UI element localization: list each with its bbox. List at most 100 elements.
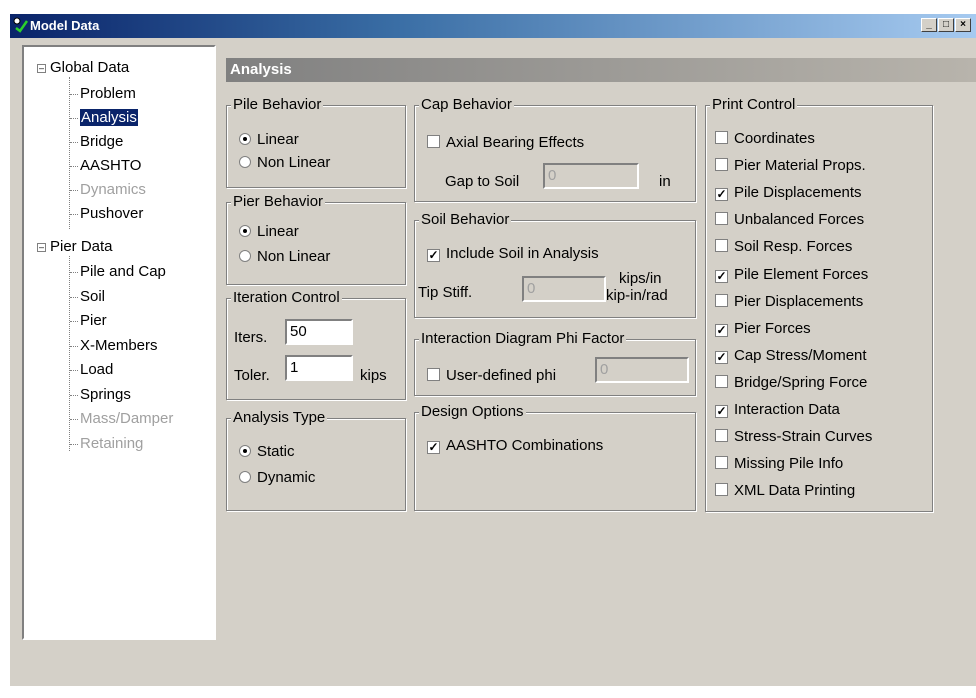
pile-behavior-title: Pile Behavior bbox=[231, 96, 324, 114]
tree-item-pushover[interactable]: Pushover bbox=[80, 205, 143, 223]
checkbox-icon bbox=[427, 135, 440, 148]
print-pier-forces-checkbox[interactable]: ✓ Pier Forces bbox=[715, 320, 811, 338]
radio-icon bbox=[239, 133, 251, 145]
print-pier-displacements-checkbox[interactable]: Pier Displacements bbox=[715, 293, 863, 311]
maximize-button[interactable]: □ bbox=[938, 18, 954, 32]
interaction-phi-group: Interaction Diagram Phi Factor User-defi… bbox=[414, 330, 696, 396]
pier-behavior-group: Pier Behavior Linear Non Linear bbox=[226, 193, 406, 285]
print-stress-strain-curves-checkbox[interactable]: Stress-Strain Curves bbox=[715, 428, 872, 446]
checkbox-icon bbox=[715, 239, 728, 253]
print-bridge-spring-force-checkbox[interactable]: Bridge/Spring Force bbox=[715, 374, 867, 392]
aashto-combinations-checkbox[interactable]: ✓ AASHTO Combinations bbox=[427, 437, 603, 455]
collapse-icon-pier[interactable]: – bbox=[37, 243, 46, 252]
user-defined-phi-checkbox[interactable]: User-defined phi bbox=[427, 367, 556, 385]
pier-nonlinear-radio[interactable]: Non Linear bbox=[239, 248, 330, 266]
axial-bearing-checkbox[interactable]: Axial Bearing Effects bbox=[427, 134, 584, 152]
tip-unit-1: kips/in bbox=[619, 270, 662, 287]
toler-input[interactable]: 1 bbox=[285, 355, 353, 381]
static-radio[interactable]: Static bbox=[239, 443, 295, 461]
toler-unit: kips bbox=[360, 367, 387, 384]
title-bar[interactable]: Model Data _ □ × bbox=[10, 14, 976, 38]
tree-item-x-members[interactable]: X-Members bbox=[80, 337, 158, 355]
print-control-title: Print Control bbox=[710, 96, 798, 114]
radio-icon bbox=[239, 225, 251, 237]
iteration-control-title: Iteration Control bbox=[231, 289, 342, 307]
maximize-icon: □ bbox=[942, 19, 950, 30]
iters-input[interactable]: 50 bbox=[285, 319, 353, 345]
app-icon bbox=[13, 17, 29, 33]
tree-item-pier[interactable]: Pier bbox=[80, 312, 107, 330]
checkbox-icon: ✓ bbox=[715, 268, 728, 283]
tree-item-aashto[interactable]: AASHTO bbox=[80, 157, 141, 175]
tree-connector bbox=[70, 370, 78, 371]
print-coordinates-checkbox[interactable]: Coordinates bbox=[715, 130, 815, 148]
print-missing-pile-info-checkbox[interactable]: Missing Pile Info bbox=[715, 455, 843, 473]
minimize-button[interactable]: _ bbox=[921, 18, 937, 32]
bottom-border bbox=[0, 686, 976, 698]
print-cap-stress-moment-checkbox[interactable]: ✓ Cap Stress/Moment bbox=[715, 347, 867, 365]
tree-global-data[interactable]: Global Data bbox=[50, 59, 129, 77]
gap-unit: in bbox=[659, 173, 671, 190]
collapse-icon-global[interactable]: – bbox=[37, 64, 46, 73]
checkbox-icon: ✓ bbox=[715, 187, 728, 202]
tree-item-load[interactable]: Load bbox=[80, 361, 113, 379]
tree-connector bbox=[70, 166, 78, 167]
tree-item-soil[interactable]: Soil bbox=[80, 288, 105, 306]
print-interaction-data-checkbox[interactable]: ✓ Interaction Data bbox=[715, 401, 840, 419]
tree-connector bbox=[70, 190, 78, 191]
tree-item-dynamics[interactable]: Dynamics bbox=[80, 181, 146, 199]
tree-item-analysis[interactable]: Analysis bbox=[80, 109, 138, 127]
tree-item-pile-and-cap[interactable]: Pile and Cap bbox=[80, 263, 166, 281]
section-header: Analysis bbox=[226, 58, 976, 82]
tree-connector bbox=[69, 256, 70, 451]
tree-connector bbox=[70, 94, 78, 95]
section-title: Analysis bbox=[230, 61, 292, 78]
tip-stiff-input[interactable]: 0 bbox=[522, 276, 606, 302]
navigation-tree[interactable]: – Global Data Problem Analysis Bridge AASHT… bbox=[22, 45, 216, 640]
phi-input[interactable]: 0 bbox=[595, 357, 689, 383]
tree-connector bbox=[70, 272, 78, 273]
tree-connector bbox=[70, 321, 78, 322]
window-title: Model Data bbox=[30, 18, 100, 33]
checkbox-icon bbox=[715, 293, 728, 307]
tree-item-bridge[interactable]: Bridge bbox=[80, 133, 123, 151]
tree-item-mass-damper[interactable]: Mass/Damper bbox=[80, 410, 173, 428]
print-pile-displacements-checkbox[interactable]: ✓ Pile Displacements bbox=[715, 184, 862, 202]
checkbox-icon bbox=[715, 429, 728, 443]
checkbox-icon bbox=[715, 483, 728, 497]
include-soil-checkbox[interactable]: ✓ Include Soil in Analysis bbox=[427, 245, 599, 263]
print-soil-resp-forces-checkbox[interactable]: Soil Resp. Forces bbox=[715, 238, 852, 256]
checkbox-icon: ✓ bbox=[715, 404, 728, 418]
tree-connector bbox=[70, 296, 78, 298]
dynamic-radio[interactable]: Dynamic bbox=[239, 469, 315, 487]
print-pile-element-forces-checkbox[interactable]: ✓ Pile Element Forces bbox=[715, 266, 868, 284]
design-options-group: Design Options ✓ AASHTO Combinations bbox=[414, 403, 696, 511]
gap-to-soil-label: Gap to Soil bbox=[445, 173, 520, 190]
pile-behavior-group: Pile Behavior Linear Non Linear bbox=[226, 96, 406, 188]
print-pier-material-props-checkbox[interactable]: Pier Material Props. bbox=[715, 157, 866, 175]
checkbox-icon bbox=[715, 212, 728, 226]
checkbox-icon: ✓ bbox=[715, 349, 728, 364]
minimize-icon: _ bbox=[926, 19, 932, 30]
tree-connector bbox=[70, 345, 78, 347]
pier-linear-radio[interactable]: Linear bbox=[239, 223, 299, 241]
analysis-type-title: Analysis Type bbox=[231, 409, 328, 427]
close-button[interactable]: × bbox=[955, 18, 971, 32]
cap-behavior-title: Cap Behavior bbox=[419, 96, 514, 114]
print-xml-data-printing-checkbox[interactable]: XML Data Printing bbox=[715, 482, 855, 500]
tree-connector bbox=[70, 394, 78, 396]
pile-linear-radio[interactable]: Linear bbox=[239, 131, 299, 149]
checkbox-icon: ✓ bbox=[427, 248, 440, 262]
pile-nonlinear-radio[interactable]: Non Linear bbox=[239, 154, 330, 172]
tree-item-problem[interactable]: Problem bbox=[80, 85, 136, 103]
print-unbalanced-forces-checkbox[interactable]: Unbalanced Forces bbox=[715, 211, 864, 229]
gap-to-soil-input[interactable]: 0 bbox=[543, 163, 639, 189]
tree-item-retaining[interactable]: Retaining bbox=[80, 435, 143, 453]
cap-behavior-group: Cap Behavior Axial Bearing Effects Gap t… bbox=[414, 96, 696, 202]
print-control-group: Print Control Coordinates Pier Material P… bbox=[705, 96, 933, 512]
radio-icon bbox=[239, 156, 251, 168]
tree-item-springs[interactable]: Springs bbox=[80, 386, 131, 404]
checkbox-icon bbox=[427, 368, 440, 381]
tree-pier-data[interactable]: Pier Data bbox=[50, 238, 113, 256]
checkbox-icon bbox=[715, 374, 728, 388]
